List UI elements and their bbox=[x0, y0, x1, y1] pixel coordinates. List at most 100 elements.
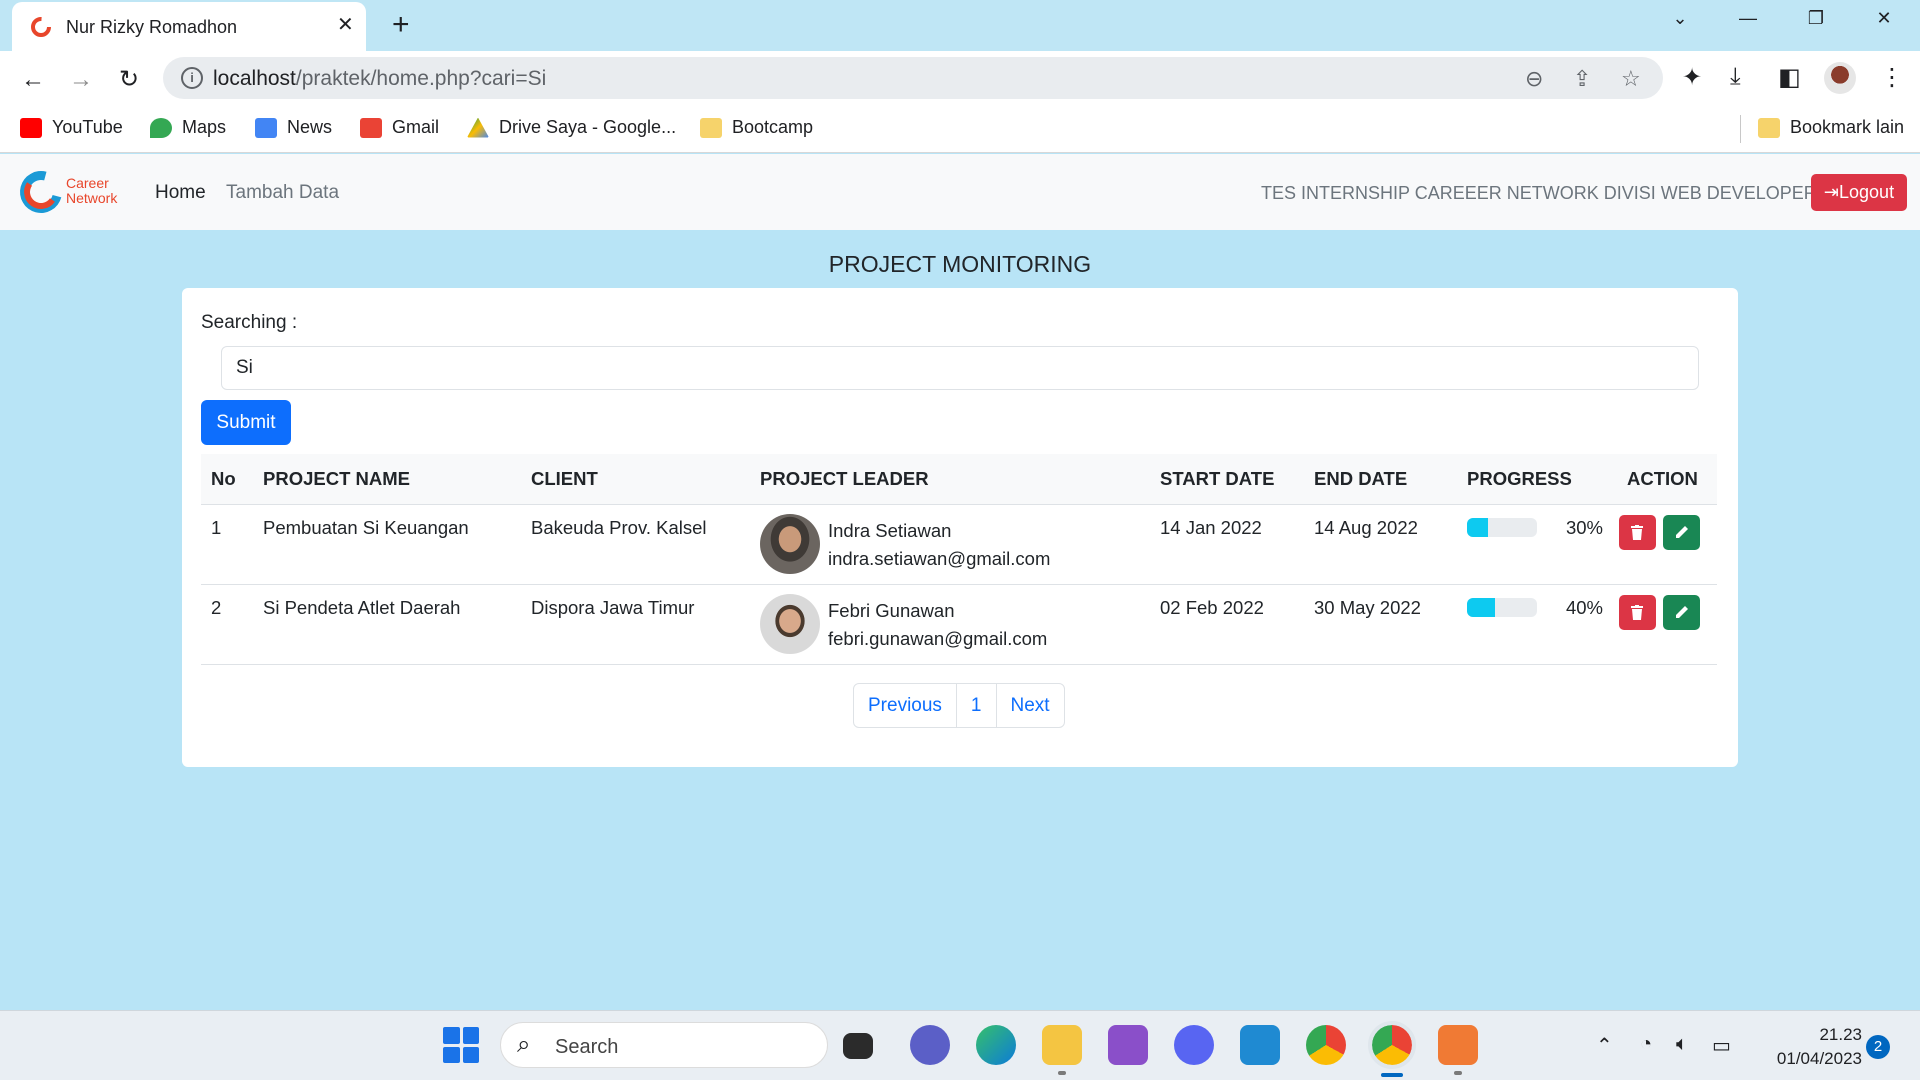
search-input[interactable] bbox=[221, 346, 1699, 390]
logout-label: Logout bbox=[1839, 182, 1895, 202]
col-project-leader: PROJECT LEADER bbox=[750, 454, 1150, 505]
maps-icon bbox=[150, 117, 172, 138]
edit-button[interactable] bbox=[1663, 514, 1700, 550]
start-icon[interactable] bbox=[443, 1027, 479, 1063]
bookmark-bootcamp[interactable]: Bootcamp bbox=[700, 117, 813, 138]
bookmark-maps[interactable]: Maps bbox=[150, 117, 226, 138]
submit-button[interactable]: Submit bbox=[201, 400, 291, 445]
new-tab-icon[interactable]: + bbox=[392, 9, 410, 41]
pencil-icon bbox=[1676, 525, 1688, 538]
url-path: /praktek/home.php?cari=Si bbox=[295, 67, 547, 90]
projects-table: No PROJECT NAME CLIENT PROJECT LEADER ST… bbox=[201, 454, 1717, 665]
cell-client: Bakeuda Prov. Kalsel bbox=[521, 504, 750, 585]
volume-icon[interactable]: 🔈︎ bbox=[1676, 1033, 1688, 1056]
brand-text: Career Network bbox=[66, 176, 117, 206]
tab-search-chevron-icon[interactable]: ⌄ bbox=[1660, 8, 1700, 29]
teams-chat-icon[interactable] bbox=[910, 1025, 950, 1065]
chrome-profile-icon[interactable] bbox=[1368, 1021, 1416, 1069]
clock[interactable]: 21.23 01/04/2023 bbox=[1752, 1023, 1862, 1071]
running-indicator bbox=[1058, 1071, 1066, 1075]
brand-line2: Network bbox=[66, 190, 118, 206]
delete-button[interactable] bbox=[1619, 514, 1656, 550]
clock-time: 21.23 bbox=[1819, 1025, 1862, 1044]
pagination-next[interactable]: Next bbox=[997, 684, 1064, 727]
xampp-icon[interactable] bbox=[1438, 1025, 1478, 1065]
col-start-date: START DATE bbox=[1150, 454, 1304, 505]
bookmark-other[interactable]: Bookmark lain bbox=[1758, 117, 1904, 138]
minimize-icon[interactable]: — bbox=[1728, 8, 1768, 29]
pagination-previous[interactable]: Previous bbox=[854, 684, 957, 727]
bookmark-news[interactable]: News bbox=[255, 117, 332, 138]
bookmark-label: Gmail bbox=[392, 117, 440, 137]
reload-icon[interactable]: ↻ bbox=[112, 63, 146, 97]
pagination: Previous 1 Next bbox=[853, 683, 1065, 728]
cell-leader: Febri Gunawan febri.gunawan@gmail.com bbox=[750, 584, 1150, 665]
taskbar-search-text: Search bbox=[555, 1036, 619, 1058]
taskbar-search[interactable]: ⌕ Search bbox=[500, 1022, 828, 1068]
side-panel-icon[interactable]: ◧ bbox=[1778, 63, 1801, 92]
col-project-name: PROJECT NAME bbox=[253, 454, 521, 505]
edit-button[interactable] bbox=[1663, 594, 1700, 630]
task-view-icon[interactable] bbox=[843, 1033, 873, 1059]
battery-icon[interactable]: ▭ bbox=[1712, 1033, 1731, 1058]
bookmark-star-icon[interactable]: ☆ bbox=[1621, 66, 1641, 92]
cell-client: Dispora Jawa Timur bbox=[521, 584, 750, 665]
notification-badge[interactable]: 2 bbox=[1866, 1035, 1890, 1059]
cell-end-date: 30 May 2022 bbox=[1304, 584, 1457, 665]
progress-bar bbox=[1467, 597, 1537, 617]
bookmark-drive[interactable]: Drive Saya - Google... bbox=[467, 117, 676, 138]
progress-fill bbox=[1467, 597, 1495, 617]
cell-project-name: Si Pendeta Atlet Daerah bbox=[253, 584, 521, 665]
close-window-icon[interactable]: ✕ bbox=[1864, 8, 1904, 29]
cell-progress: 30% bbox=[1457, 504, 1617, 585]
nav-home[interactable]: Home bbox=[155, 182, 206, 204]
tray-chevron-icon[interactable]: ⌃ bbox=[1596, 1033, 1613, 1058]
visual-studio-icon[interactable] bbox=[1108, 1025, 1148, 1065]
download-icon[interactable]: ⤓ bbox=[1730, 63, 1741, 91]
menu-kebab-icon[interactable]: ⋮ bbox=[1880, 63, 1904, 92]
file-explorer-icon[interactable] bbox=[1042, 1025, 1082, 1065]
profile-avatar[interactable] bbox=[1824, 62, 1856, 94]
col-progress: PROGRESS bbox=[1457, 454, 1617, 505]
zoom-icon[interactable]: ⊖ bbox=[1525, 66, 1543, 92]
discord-icon[interactable] bbox=[1174, 1025, 1214, 1065]
bookmark-label: Bootcamp bbox=[732, 117, 814, 137]
restore-icon[interactable]: ❐ bbox=[1796, 8, 1836, 29]
site-info-icon[interactable]: i bbox=[181, 67, 203, 89]
news-icon bbox=[255, 117, 277, 138]
logout-button[interactable]: ⇥Logout bbox=[1811, 174, 1907, 211]
project-card: Searching : Submit No PROJECT NAME CLIEN… bbox=[182, 288, 1738, 767]
nav-tambah-data[interactable]: Tambah Data bbox=[226, 182, 339, 204]
browser-tab[interactable]: Nur Rizky Romadhon ✕ bbox=[12, 2, 366, 51]
progress-fill bbox=[1467, 517, 1488, 537]
address-url[interactable]: localhost/praktek/home.php?cari=Si bbox=[213, 67, 546, 91]
wifi-icon[interactable]: ◔ bbox=[1640, 1033, 1652, 1056]
share-icon[interactable]: ⇪ bbox=[1573, 66, 1591, 92]
trash-icon bbox=[1631, 524, 1643, 540]
search-label: Searching : bbox=[201, 312, 298, 333]
delete-button[interactable] bbox=[1619, 594, 1656, 630]
edge-icon[interactable] bbox=[976, 1025, 1016, 1065]
brand-logo[interactable]: Career Network bbox=[12, 163, 124, 221]
back-icon[interactable]: ← bbox=[16, 63, 50, 97]
bookmark-separator bbox=[1740, 115, 1741, 143]
folder-icon bbox=[700, 117, 722, 138]
address-bar[interactable]: i localhost/praktek/home.php?cari=Si ⊖ ⇪… bbox=[163, 57, 1663, 99]
col-client: CLIENT bbox=[521, 454, 750, 505]
vscode-icon[interactable] bbox=[1240, 1025, 1280, 1065]
bookmark-label: Bookmark lain bbox=[1790, 117, 1905, 137]
bookmark-label: News bbox=[287, 117, 333, 137]
col-action: ACTION bbox=[1617, 454, 1717, 505]
cell-no: 2 bbox=[201, 584, 253, 665]
tab-close-icon[interactable]: ✕ bbox=[337, 15, 354, 35]
bookmark-youtube[interactable]: YouTube bbox=[20, 117, 123, 138]
browser-tabstrip: Nur Rizky Romadhon ✕ + ⌄ — ❐ ✕ bbox=[0, 0, 1920, 51]
col-no: No bbox=[201, 454, 253, 505]
bookmark-gmail[interactable]: Gmail bbox=[360, 117, 439, 138]
chrome-icon[interactable] bbox=[1306, 1025, 1346, 1065]
extensions-icon[interactable]: ✦ bbox=[1682, 63, 1702, 92]
cell-action bbox=[1617, 504, 1717, 585]
cell-no: 1 bbox=[201, 504, 253, 585]
pagination-page[interactable]: 1 bbox=[957, 684, 997, 727]
forward-icon[interactable]: → bbox=[64, 63, 98, 97]
